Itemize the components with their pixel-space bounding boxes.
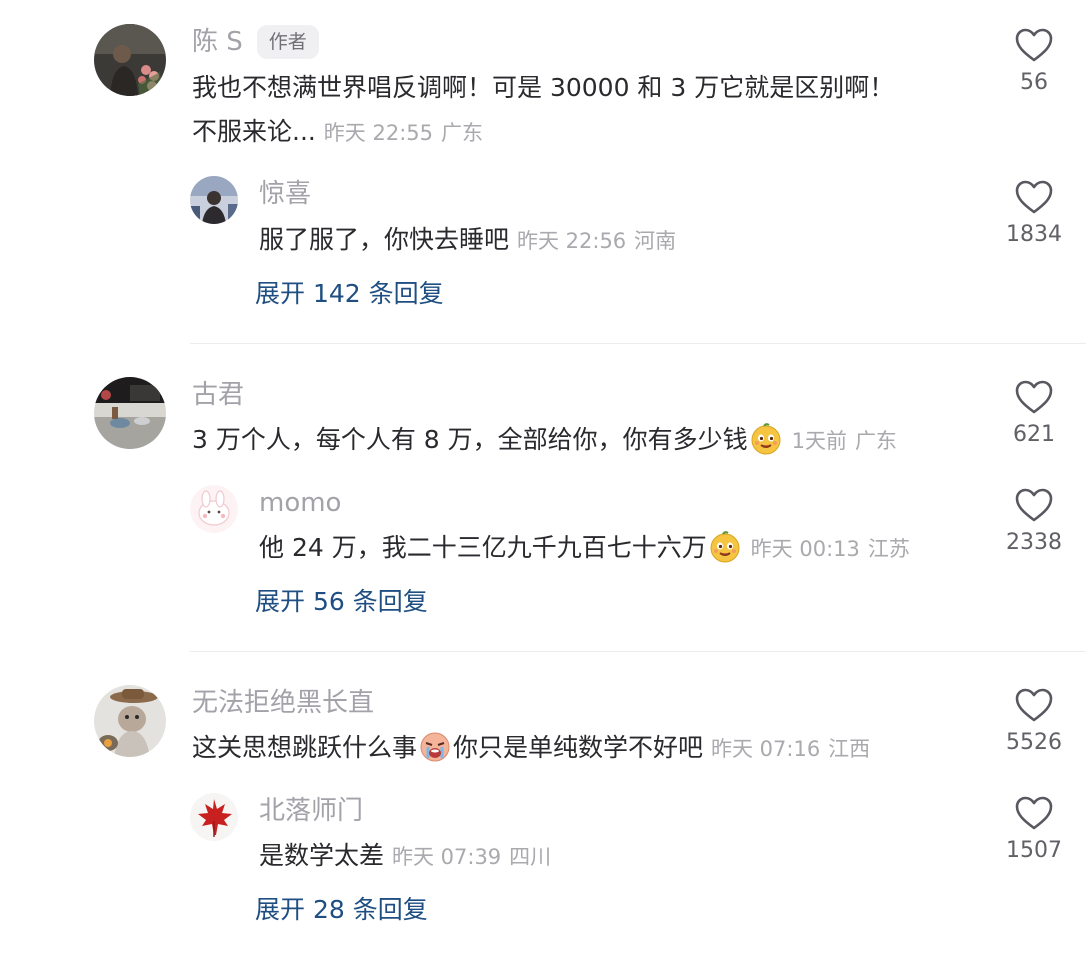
comment-text: 3 万个人，每个人有 8 万，全部给你，你有多少钱 [192,425,748,454]
reply-location: 江苏 [867,537,910,561]
like-button[interactable]: 5526 [984,688,1084,760]
avatar[interactable] [94,685,166,757]
smirk-face-emoji [751,423,781,455]
comment-text-continued: 不服来论... [192,117,316,146]
like-button[interactable]: 1834 [984,180,1084,252]
avatar-maple-leaf-image [190,793,238,841]
like-count: 621 [1013,422,1055,447]
avatar[interactable] [94,24,166,96]
comment-text: 我也不想满世界唱反调啊！可是 30000 和 3 万它就是区别啊！ [192,73,895,102]
reply-avatar[interactable] [190,485,238,533]
reply-text-line: 服了服了，你快去睡吧 昨天 22:56 河南 [259,218,676,263]
comment-author[interactable]: 陈 S [192,25,243,59]
avatar-bunny-image [190,485,238,533]
reply-author[interactable]: 北落师门 [259,794,363,828]
reply-author[interactable]: momo [259,486,341,520]
heart-icon [1015,688,1053,722]
like-button[interactable]: 56 [984,28,1084,100]
expand-replies-link[interactable]: 展开 28 条回复 [255,892,428,928]
like-count: 2338 [1006,530,1062,555]
like-button[interactable]: 1507 [984,796,1084,868]
reply-location: 四川 [509,845,552,869]
comment-text-line2: 不服来论... 昨天 22:55 广东 [192,110,483,155]
avatar-desk-image [94,377,166,449]
reply-avatar[interactable] [190,793,238,841]
heart-icon [1015,488,1053,522]
like-button[interactable]: 2338 [984,488,1084,560]
like-count: 56 [1020,70,1048,95]
crying-face-emoji [420,732,450,762]
reply-avatar[interactable] [190,176,238,224]
divider [190,343,1086,344]
like-count: 1834 [1006,222,1062,247]
comment-location: 广东 [854,429,897,453]
comment-location: 江西 [828,737,871,761]
comment-time: 昨天 07:16 [710,737,821,761]
expand-replies-link[interactable]: 展开 56 条回复 [255,584,428,620]
avatar[interactable] [94,377,166,449]
comment-text-line: 这关思想跳跃什么事 你只是单纯数学不好吧 昨天 07:16 江西 [192,726,870,771]
comment-author[interactable]: 无法拒绝黑长直 [192,686,374,720]
reply-author[interactable]: 惊喜 [259,177,311,211]
reply-text-line: 他 24 万，我二十三亿九千九百七十六万 昨天 00:13 江苏 [259,526,910,571]
like-button[interactable]: 621 [984,380,1084,452]
reply-text: 是数学太差 [259,841,385,870]
expand-replies-link[interactable]: 展开 142 条回复 [255,276,444,312]
divider [190,651,1086,652]
comment-text: 这关思想跳跃什么事 [192,733,418,762]
heart-icon [1015,28,1053,62]
comment-location: 广东 [440,121,483,145]
author-badge: 作者 [256,25,319,59]
comment-time: 1天前 [791,429,847,453]
comment-text-line: 3 万个人，每个人有 8 万，全部给你，你有多少钱 1天前 广东 [192,418,897,463]
avatar-person-image [190,176,238,224]
reply-time: 昨天 22:56 [516,229,627,253]
reply-time: 昨天 07:39 [391,845,502,869]
heart-icon [1015,380,1053,414]
reply-text: 他 24 万，我二十三亿九千九百七十六万 [259,533,707,562]
smirk-face-emoji [710,531,740,563]
reply-text-line: 是数学太差 昨天 07:39 四川 [259,834,551,879]
reply-text: 服了服了，你快去睡吧 [259,225,510,254]
comment-time: 昨天 22:55 [323,121,433,145]
reply-location: 河南 [634,229,677,253]
comment-author[interactable]: 古君 [192,378,244,412]
avatar-roses-image [94,24,166,96]
avatar-cat-image [94,685,166,757]
comment-text-continued: 你只是单纯数学不好吧 [453,733,704,762]
reply-time: 昨天 00:13 [750,537,860,561]
heart-icon [1015,180,1053,214]
like-count: 1507 [1006,838,1062,863]
heart-icon [1015,796,1053,830]
like-count: 5526 [1006,730,1062,755]
